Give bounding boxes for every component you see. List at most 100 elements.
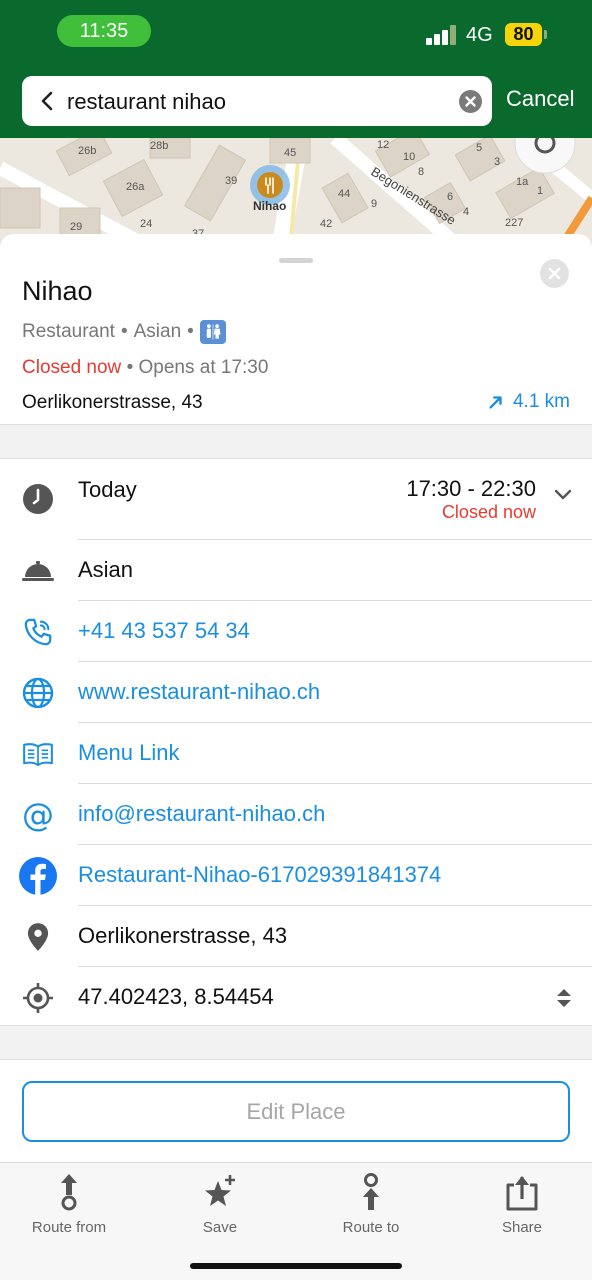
svg-text:39: 39 bbox=[225, 175, 237, 187]
coordinates-row[interactable]: 47.402423, 8.54454 bbox=[0, 967, 592, 1028]
search-input[interactable]: restaurant nihao bbox=[67, 89, 226, 115]
back-chevron-icon[interactable] bbox=[36, 89, 60, 113]
email-link[interactable]: info@restaurant-nihao.ch bbox=[78, 801, 325, 827]
svg-text:1: 1 bbox=[537, 185, 543, 197]
route-to-label: Route to bbox=[342, 1219, 400, 1236]
cuisine-row: Asian bbox=[0, 540, 592, 601]
close-icon[interactable] bbox=[540, 259, 569, 288]
facebook-icon bbox=[18, 856, 58, 896]
map-view[interactable]: 26b 28b 45 12 10 8 5 3 1a 1 26a 39 44 9 … bbox=[0, 138, 592, 248]
svg-text:45: 45 bbox=[284, 147, 296, 159]
facebook-link[interactable]: Restaurant-Nihao-617029391841374 bbox=[78, 862, 441, 888]
details-list: Today 17:30 - 22:30 Closed now Asian +41… bbox=[0, 459, 592, 1025]
chevron-down-icon[interactable] bbox=[554, 489, 572, 501]
menu-link[interactable]: Menu Link bbox=[78, 740, 180, 766]
edit-place-button[interactable]: Edit Place bbox=[22, 1081, 570, 1142]
place-subtitle: Restaurant • Asian • bbox=[22, 320, 226, 344]
route-from-button[interactable]: Route from bbox=[14, 1173, 124, 1243]
clear-search-icon[interactable] bbox=[459, 90, 482, 113]
hours-day: Today bbox=[78, 477, 137, 502]
svg-text:26b: 26b bbox=[78, 145, 96, 157]
map-canvas: 26b 28b 45 12 10 8 5 3 1a 1 26a 39 44 9 … bbox=[0, 138, 592, 248]
svg-text:29: 29 bbox=[70, 221, 82, 233]
share-icon bbox=[506, 1176, 538, 1211]
distance-link[interactable]: 4.1 km bbox=[487, 391, 570, 413]
distance-value: 4.1 km bbox=[512, 391, 570, 412]
route-from-icon bbox=[61, 1174, 77, 1211]
format-toggle-icon[interactable] bbox=[556, 988, 572, 1008]
cancel-button[interactable]: Cancel bbox=[506, 86, 574, 112]
svg-text:6: 6 bbox=[447, 191, 453, 203]
route-to-icon bbox=[363, 1173, 379, 1210]
phone-link[interactable]: +41 43 537 54 34 bbox=[78, 618, 250, 644]
clock-icon bbox=[20, 481, 56, 517]
svg-text:28b: 28b bbox=[150, 140, 168, 152]
svg-text:3: 3 bbox=[494, 156, 500, 168]
separator-dot: • bbox=[187, 321, 194, 342]
search-bar[interactable]: restaurant nihao bbox=[22, 76, 492, 126]
place-card: Nihao Restaurant • Asian • Closed now • … bbox=[0, 234, 592, 424]
svg-text:5: 5 bbox=[476, 142, 482, 154]
sheet-grabber[interactable] bbox=[279, 258, 313, 263]
share-label: Share bbox=[501, 1219, 543, 1236]
opens-at-text: Opens at 17:30 bbox=[138, 357, 269, 378]
svg-text:9: 9 bbox=[371, 198, 377, 210]
battery-icon bbox=[544, 30, 547, 39]
cuisine-label: Asian bbox=[78, 557, 134, 582]
svg-text:24: 24 bbox=[140, 218, 152, 230]
globe-icon bbox=[20, 675, 56, 711]
signal-icon bbox=[426, 25, 458, 45]
battery-level: 80 bbox=[505, 23, 542, 46]
website-row[interactable]: www.restaurant-nihao.ch bbox=[0, 662, 592, 723]
coordinates-value: 47.402423, 8.54454 bbox=[78, 984, 274, 1009]
map-pin-label: Nihao bbox=[253, 199, 286, 213]
closed-status-text: Closed now bbox=[22, 357, 122, 378]
place-address: Oerlikonerstrasse, 43 bbox=[22, 392, 203, 413]
facebook-row[interactable]: Restaurant-Nihao-617029391841374 bbox=[0, 845, 592, 906]
hours-closed-status: Closed now bbox=[441, 502, 536, 522]
separator-dot: • bbox=[126, 357, 139, 378]
save-button[interactable]: Save bbox=[165, 1173, 275, 1243]
hours-range: 17:30 - 22:30 bbox=[406, 476, 536, 501]
status-time: 11:35 bbox=[57, 15, 151, 47]
svg-text:8: 8 bbox=[418, 166, 424, 178]
at-sign-icon: @ bbox=[22, 796, 54, 834]
action-bar: Route from Save Route to Share bbox=[0, 1162, 592, 1280]
email-row[interactable]: @ info@restaurant-nihao.ch bbox=[0, 784, 592, 845]
open-book-icon bbox=[20, 736, 56, 772]
separator-dot: • bbox=[120, 321, 128, 342]
svg-text:42: 42 bbox=[320, 218, 332, 230]
section-spacer bbox=[0, 1025, 592, 1060]
section-spacer bbox=[0, 424, 592, 459]
star-add-icon bbox=[205, 1175, 235, 1206]
website-link[interactable]: www.restaurant-nihao.ch bbox=[78, 679, 320, 705]
route-to-button[interactable]: Route to bbox=[316, 1173, 426, 1243]
home-indicator[interactable] bbox=[190, 1263, 402, 1269]
open-status: Closed now • Opens at 17:30 bbox=[22, 357, 268, 379]
top-header: 11:35 4G 80 restaurant nihao Cancel bbox=[0, 0, 592, 138]
route-from-label: Route from bbox=[31, 1219, 107, 1236]
svg-text:44: 44 bbox=[338, 188, 350, 200]
hours-row[interactable]: Today 17:30 - 22:30 Closed now bbox=[0, 459, 592, 540]
location-pin-icon bbox=[20, 919, 56, 955]
place-cuisine: Asian bbox=[133, 321, 182, 342]
svg-text:1a: 1a bbox=[516, 176, 529, 188]
restroom-icon bbox=[199, 320, 226, 344]
menu-row[interactable]: Menu Link bbox=[0, 723, 592, 784]
svg-text:10: 10 bbox=[403, 151, 415, 163]
share-button[interactable]: Share bbox=[467, 1173, 577, 1243]
cloche-icon bbox=[20, 553, 56, 589]
phone-icon bbox=[20, 614, 56, 650]
svg-text:227: 227 bbox=[505, 217, 523, 229]
address-row[interactable]: Oerlikonerstrasse, 43 bbox=[0, 906, 592, 967]
address-detail: Oerlikonerstrasse, 43 bbox=[78, 923, 288, 948]
svg-text:26a: 26a bbox=[126, 181, 145, 193]
phone-row[interactable]: +41 43 537 54 34 bbox=[0, 601, 592, 662]
crosshair-icon bbox=[20, 980, 56, 1016]
svg-text:4: 4 bbox=[463, 206, 469, 218]
edit-section: Edit Place bbox=[0, 1060, 592, 1162]
place-title: Nihao bbox=[22, 276, 93, 306]
place-category: Restaurant bbox=[22, 321, 115, 342]
svg-text:12: 12 bbox=[377, 139, 389, 151]
save-label: Save bbox=[202, 1219, 238, 1236]
